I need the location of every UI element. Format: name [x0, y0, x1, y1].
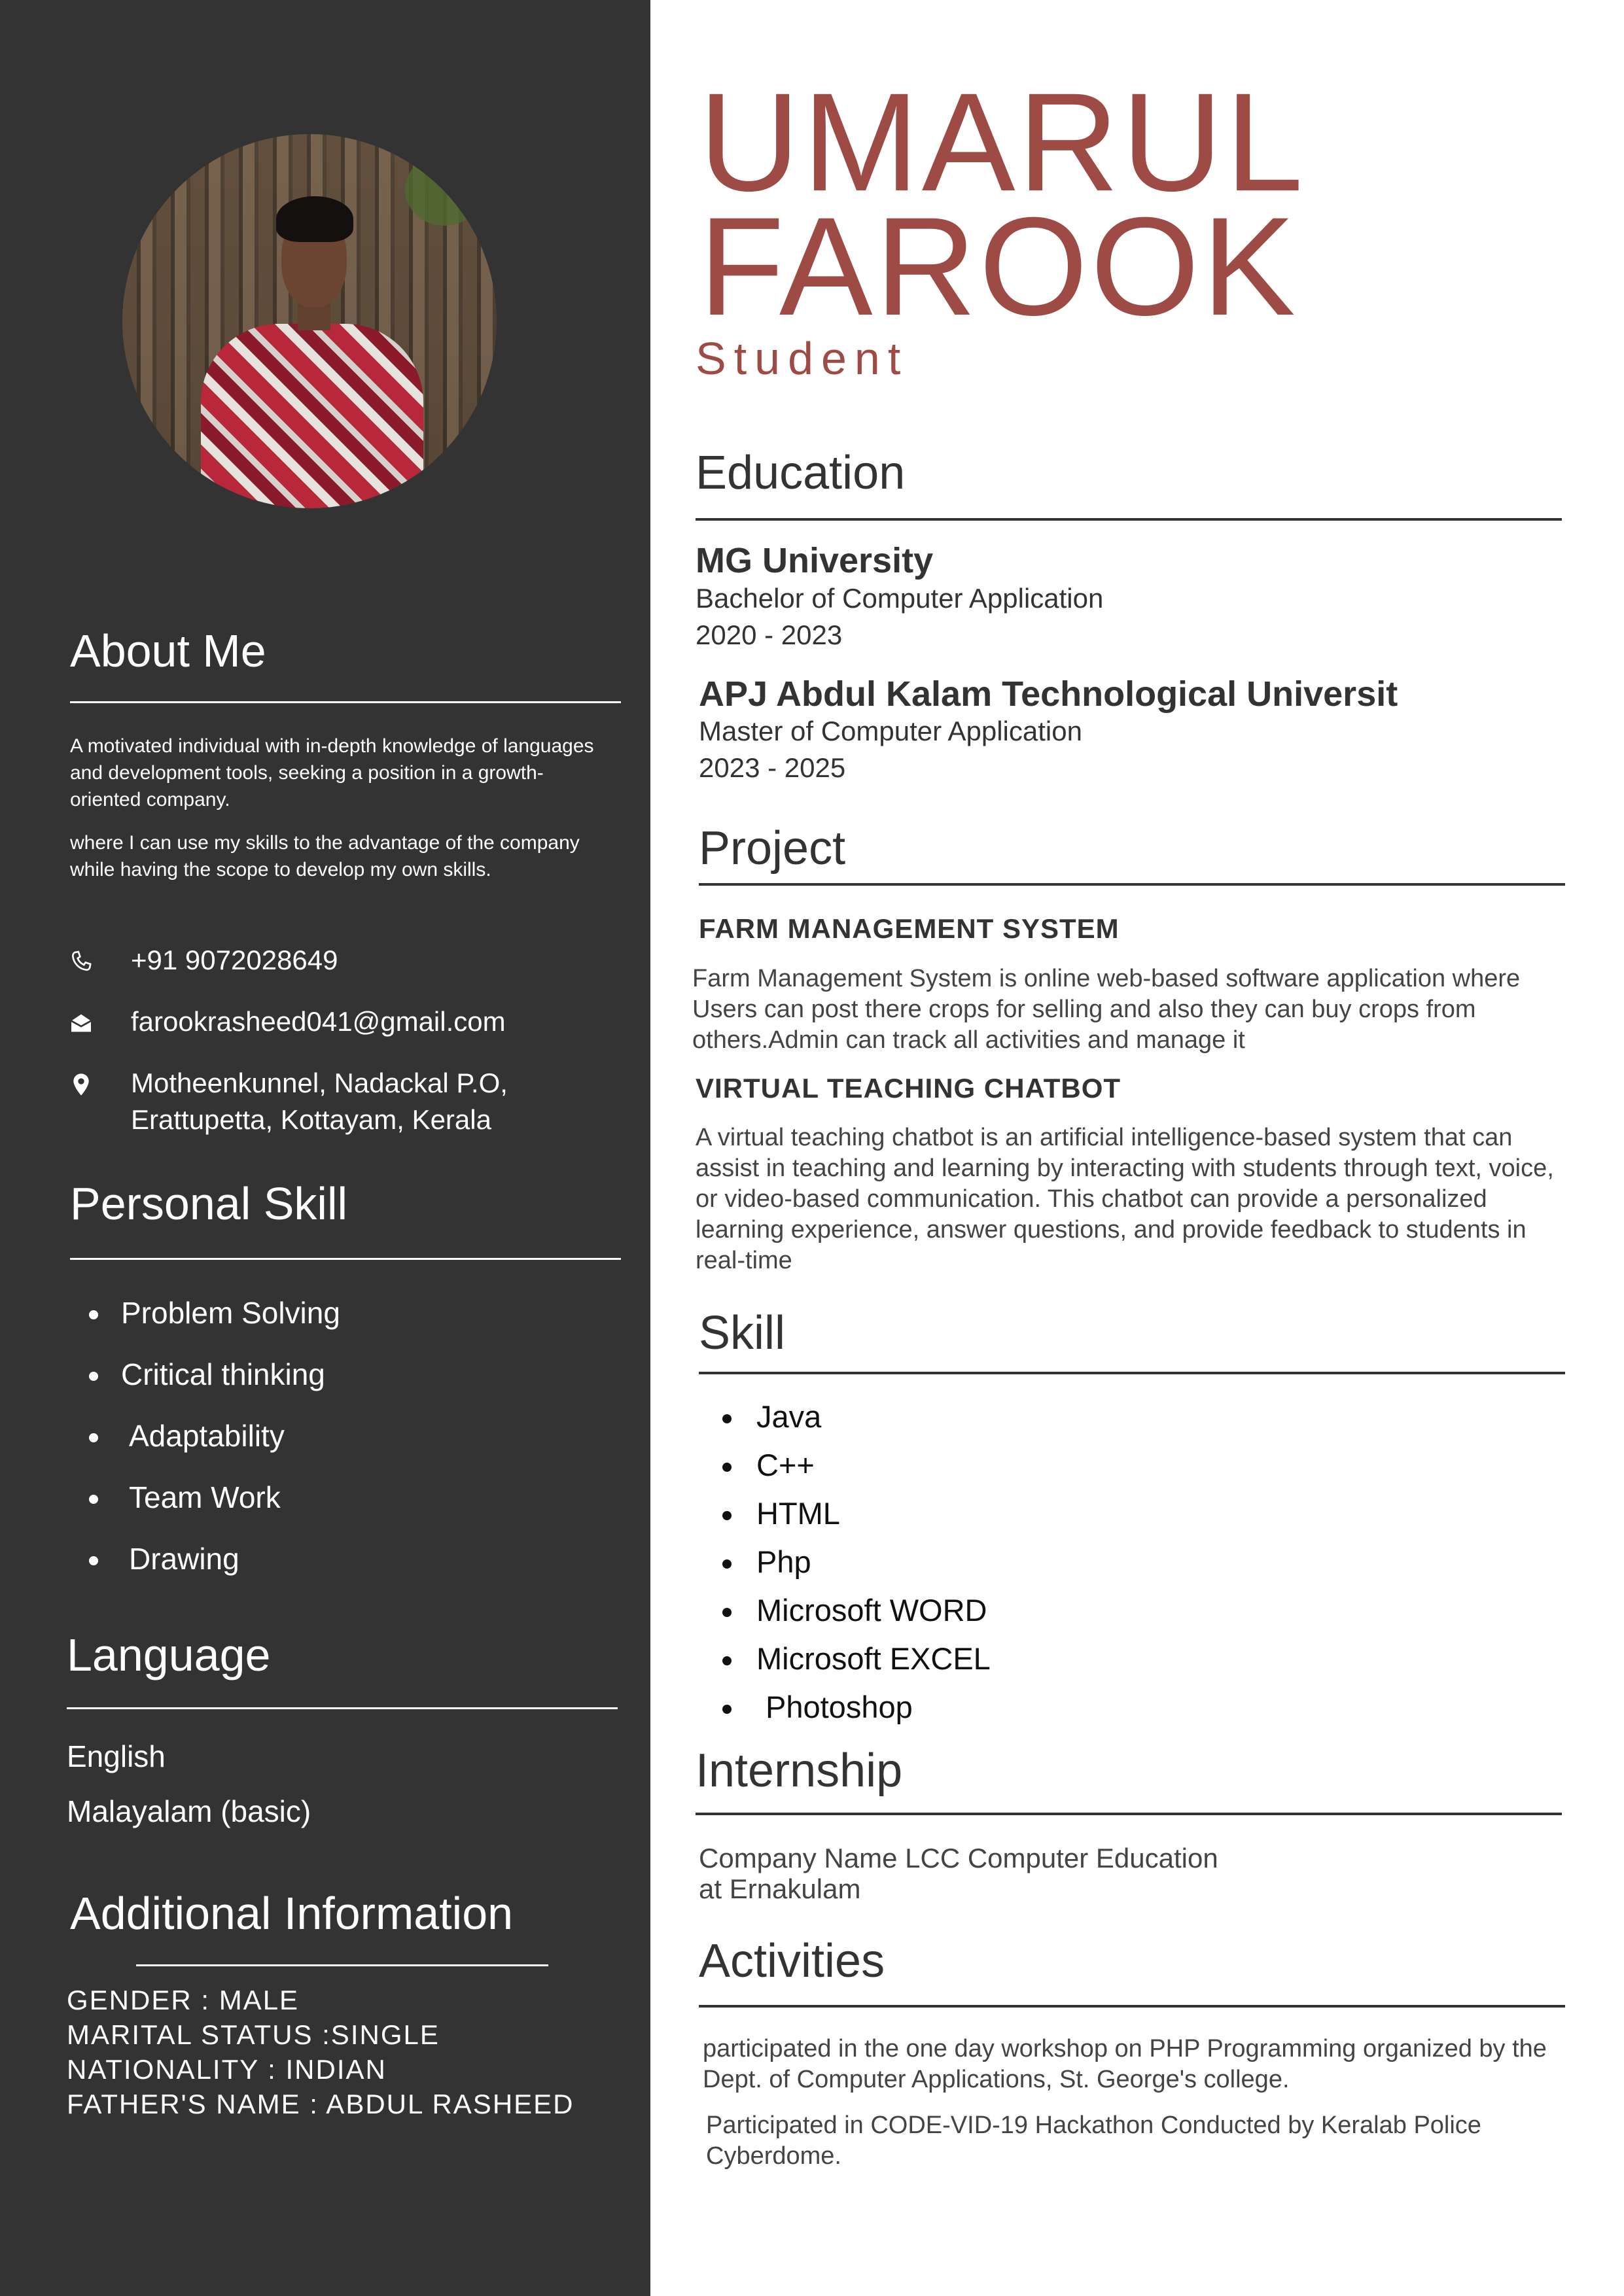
additional-info-heading: Additional Information — [70, 1888, 514, 1939]
language-item: Malayalam (basic) — [67, 1794, 311, 1828]
personal-skill-divider — [70, 1258, 621, 1260]
skill-divider — [699, 1372, 1565, 1374]
project-title: FARM MANAGEMENT SYSTEM — [699, 913, 1120, 944]
education-school: MG University — [696, 541, 934, 580]
education-years: 2023 - 2025 — [699, 752, 846, 783]
profile-photo — [122, 134, 497, 508]
skill-item: Java — [756, 1399, 822, 1434]
activities-heading: Activities — [699, 1935, 885, 1987]
activity-item: Participated in CODE-VID-19 Hackathon Co… — [706, 2112, 1481, 2170]
skill-item: Php — [756, 1544, 811, 1579]
education-heading: Education — [696, 447, 906, 499]
additional-info-item: FATHER'S NAME : ABDUL RASHEED — [67, 2089, 574, 2119]
education-degree: Master of Computer Application — [699, 716, 1082, 746]
address-line-2: Erattupetta, Kottayam, Kerala — [131, 1104, 491, 1135]
main-content: UMARUL FAROOK Student Education MG Unive… — [650, 0, 1624, 2296]
personal-skill-heading: Personal Skill — [70, 1178, 348, 1229]
education-divider — [696, 518, 1562, 521]
project-title: VIRTUAL TEACHING CHATBOT — [696, 1073, 1121, 1104]
skill-item: C++ — [756, 1448, 815, 1482]
about-paragraph-1: A motivated individual with in-depth kno… — [70, 735, 594, 810]
personal-skill-item: Team Work — [129, 1480, 281, 1514]
internship-location: at Ernakulam — [699, 1873, 861, 1904]
activity-item: participated in the one day workshop on … — [703, 2035, 1547, 2093]
job-title: Student — [696, 333, 909, 384]
personal-skill-item: Drawing — [129, 1542, 239, 1576]
language-heading: Language — [67, 1629, 271, 1680]
phone-icon — [71, 950, 92, 971]
project-heading: Project — [699, 822, 846, 875]
email-link[interactable]: farookrasheed041@gmail.com — [131, 1003, 506, 1040]
about-divider — [70, 701, 621, 703]
internship-company: Company Name LCC Computer Education — [699, 1843, 1218, 1873]
personal-skill-item: Problem Solving — [121, 1296, 340, 1330]
sidebar: About Me A motivated individual with in-… — [0, 0, 650, 2296]
internship-heading: Internship — [696, 1745, 903, 1797]
address-line-1: Motheenkunnel, Nadackal P.O, — [131, 1068, 508, 1098]
project-description: A virtual teaching chatbot is an artific… — [696, 1124, 1554, 1274]
about-heading: About Me — [70, 625, 266, 676]
phone-number[interactable]: +91 9072028649 — [131, 942, 338, 979]
project-divider — [699, 883, 1565, 886]
map-pin-icon — [73, 1073, 89, 1096]
additional-info-item: MARITAL STATUS :SINGLE — [67, 2019, 440, 2050]
activities-divider — [699, 2005, 1565, 2008]
skill-item: Microsoft EXCEL — [756, 1641, 991, 1676]
personal-skill-item: Critical thinking — [121, 1357, 325, 1391]
about-paragraph-2: where I can use my skills to the advanta… — [70, 832, 580, 880]
skill-heading: Skill — [699, 1307, 786, 1359]
education-school: APJ Abdul Kalam Technological Universit — [699, 674, 1398, 714]
last-name: FAROOK — [699, 188, 1298, 345]
skill-item: Photoshop — [766, 1690, 913, 1724]
additional-info-divider — [136, 1964, 548, 1966]
education-years: 2020 - 2023 — [696, 619, 843, 650]
education-degree: Bachelor of Computer Application — [696, 583, 1104, 614]
personal-skill-item: Adaptability — [129, 1419, 285, 1453]
skill-item: HTML — [756, 1496, 840, 1531]
internship-divider — [696, 1813, 1562, 1815]
skill-item: Microsoft WORD — [756, 1593, 987, 1627]
additional-info-item: NATIONALITY : INDIAN — [67, 2054, 387, 2085]
additional-info-item: GENDER : MALE — [67, 1985, 300, 2015]
envelope-icon — [71, 1014, 92, 1032]
project-description: Farm Management System is online web-bas… — [692, 965, 1521, 1054]
language-item: English — [67, 1739, 166, 1773]
first-name: UMARUL — [699, 64, 1306, 220]
language-divider — [67, 1707, 618, 1709]
